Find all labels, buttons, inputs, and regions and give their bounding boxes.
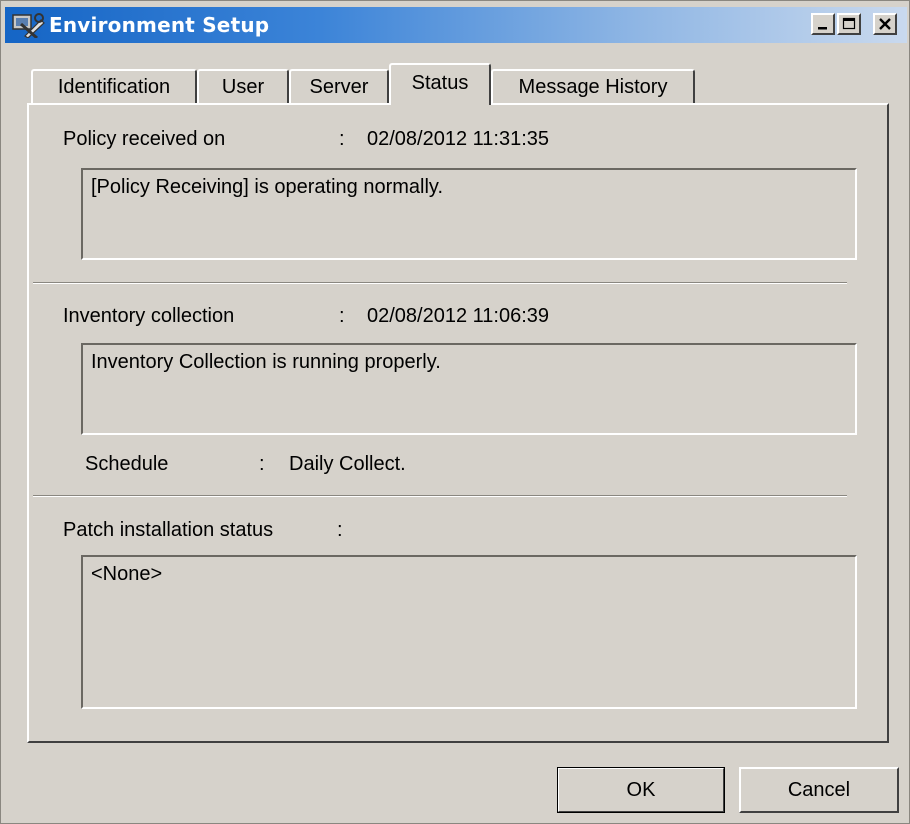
schedule-colon: :	[259, 453, 265, 475]
app-tools-icon	[12, 13, 45, 38]
title-bar[interactable]: Environment Setup	[5, 7, 907, 43]
section-divider	[33, 495, 847, 497]
maximize-icon	[842, 17, 856, 30]
policy-message-text: [Policy Receiving] is operating normally…	[91, 176, 444, 198]
minimize-button[interactable]	[811, 13, 835, 35]
tab-message-history[interactable]: Message History	[491, 69, 695, 103]
cancel-button[interactable]: Cancel	[739, 767, 899, 813]
tab-identification[interactable]: Identification	[31, 69, 197, 103]
policy-received-colon: :	[339, 128, 345, 150]
patch-status-text: <None>	[91, 563, 163, 585]
ok-button[interactable]: OK	[557, 767, 725, 813]
policy-received-label: Policy received on	[63, 128, 226, 150]
inventory-message-text: Inventory Collection is running properly…	[91, 351, 441, 373]
minimize-icon	[818, 27, 827, 30]
patch-status-box: <None>	[81, 555, 857, 709]
inventory-collection-colon: :	[339, 305, 345, 327]
close-icon	[879, 18, 891, 30]
tab-server[interactable]: Server	[289, 69, 389, 103]
tab-status[interactable]: Status	[389, 63, 491, 105]
inventory-collection-value: 02/08/2012 11:06:39	[367, 305, 550, 327]
schedule-value: Daily Collect.	[289, 453, 406, 475]
close-button[interactable]	[873, 13, 897, 35]
inventory-collection-label: Inventory collection	[63, 305, 235, 327]
maximize-button[interactable]	[837, 13, 861, 35]
schedule-label: Schedule	[85, 453, 169, 475]
policy-message-box: [Policy Receiving] is operating normally…	[81, 168, 857, 260]
section-divider	[33, 282, 847, 284]
patch-status-colon: :	[337, 519, 343, 541]
policy-received-value: 02/08/2012 11:31:35	[367, 128, 550, 150]
patch-status-label: Patch installation status	[63, 519, 274, 541]
window-title: Environment Setup	[49, 13, 270, 37]
environment-setup-window: Environment Setup Identification User Se…	[0, 0, 910, 824]
inventory-message-box: Inventory Collection is running properly…	[81, 343, 857, 435]
tab-user[interactable]: User	[197, 69, 289, 103]
